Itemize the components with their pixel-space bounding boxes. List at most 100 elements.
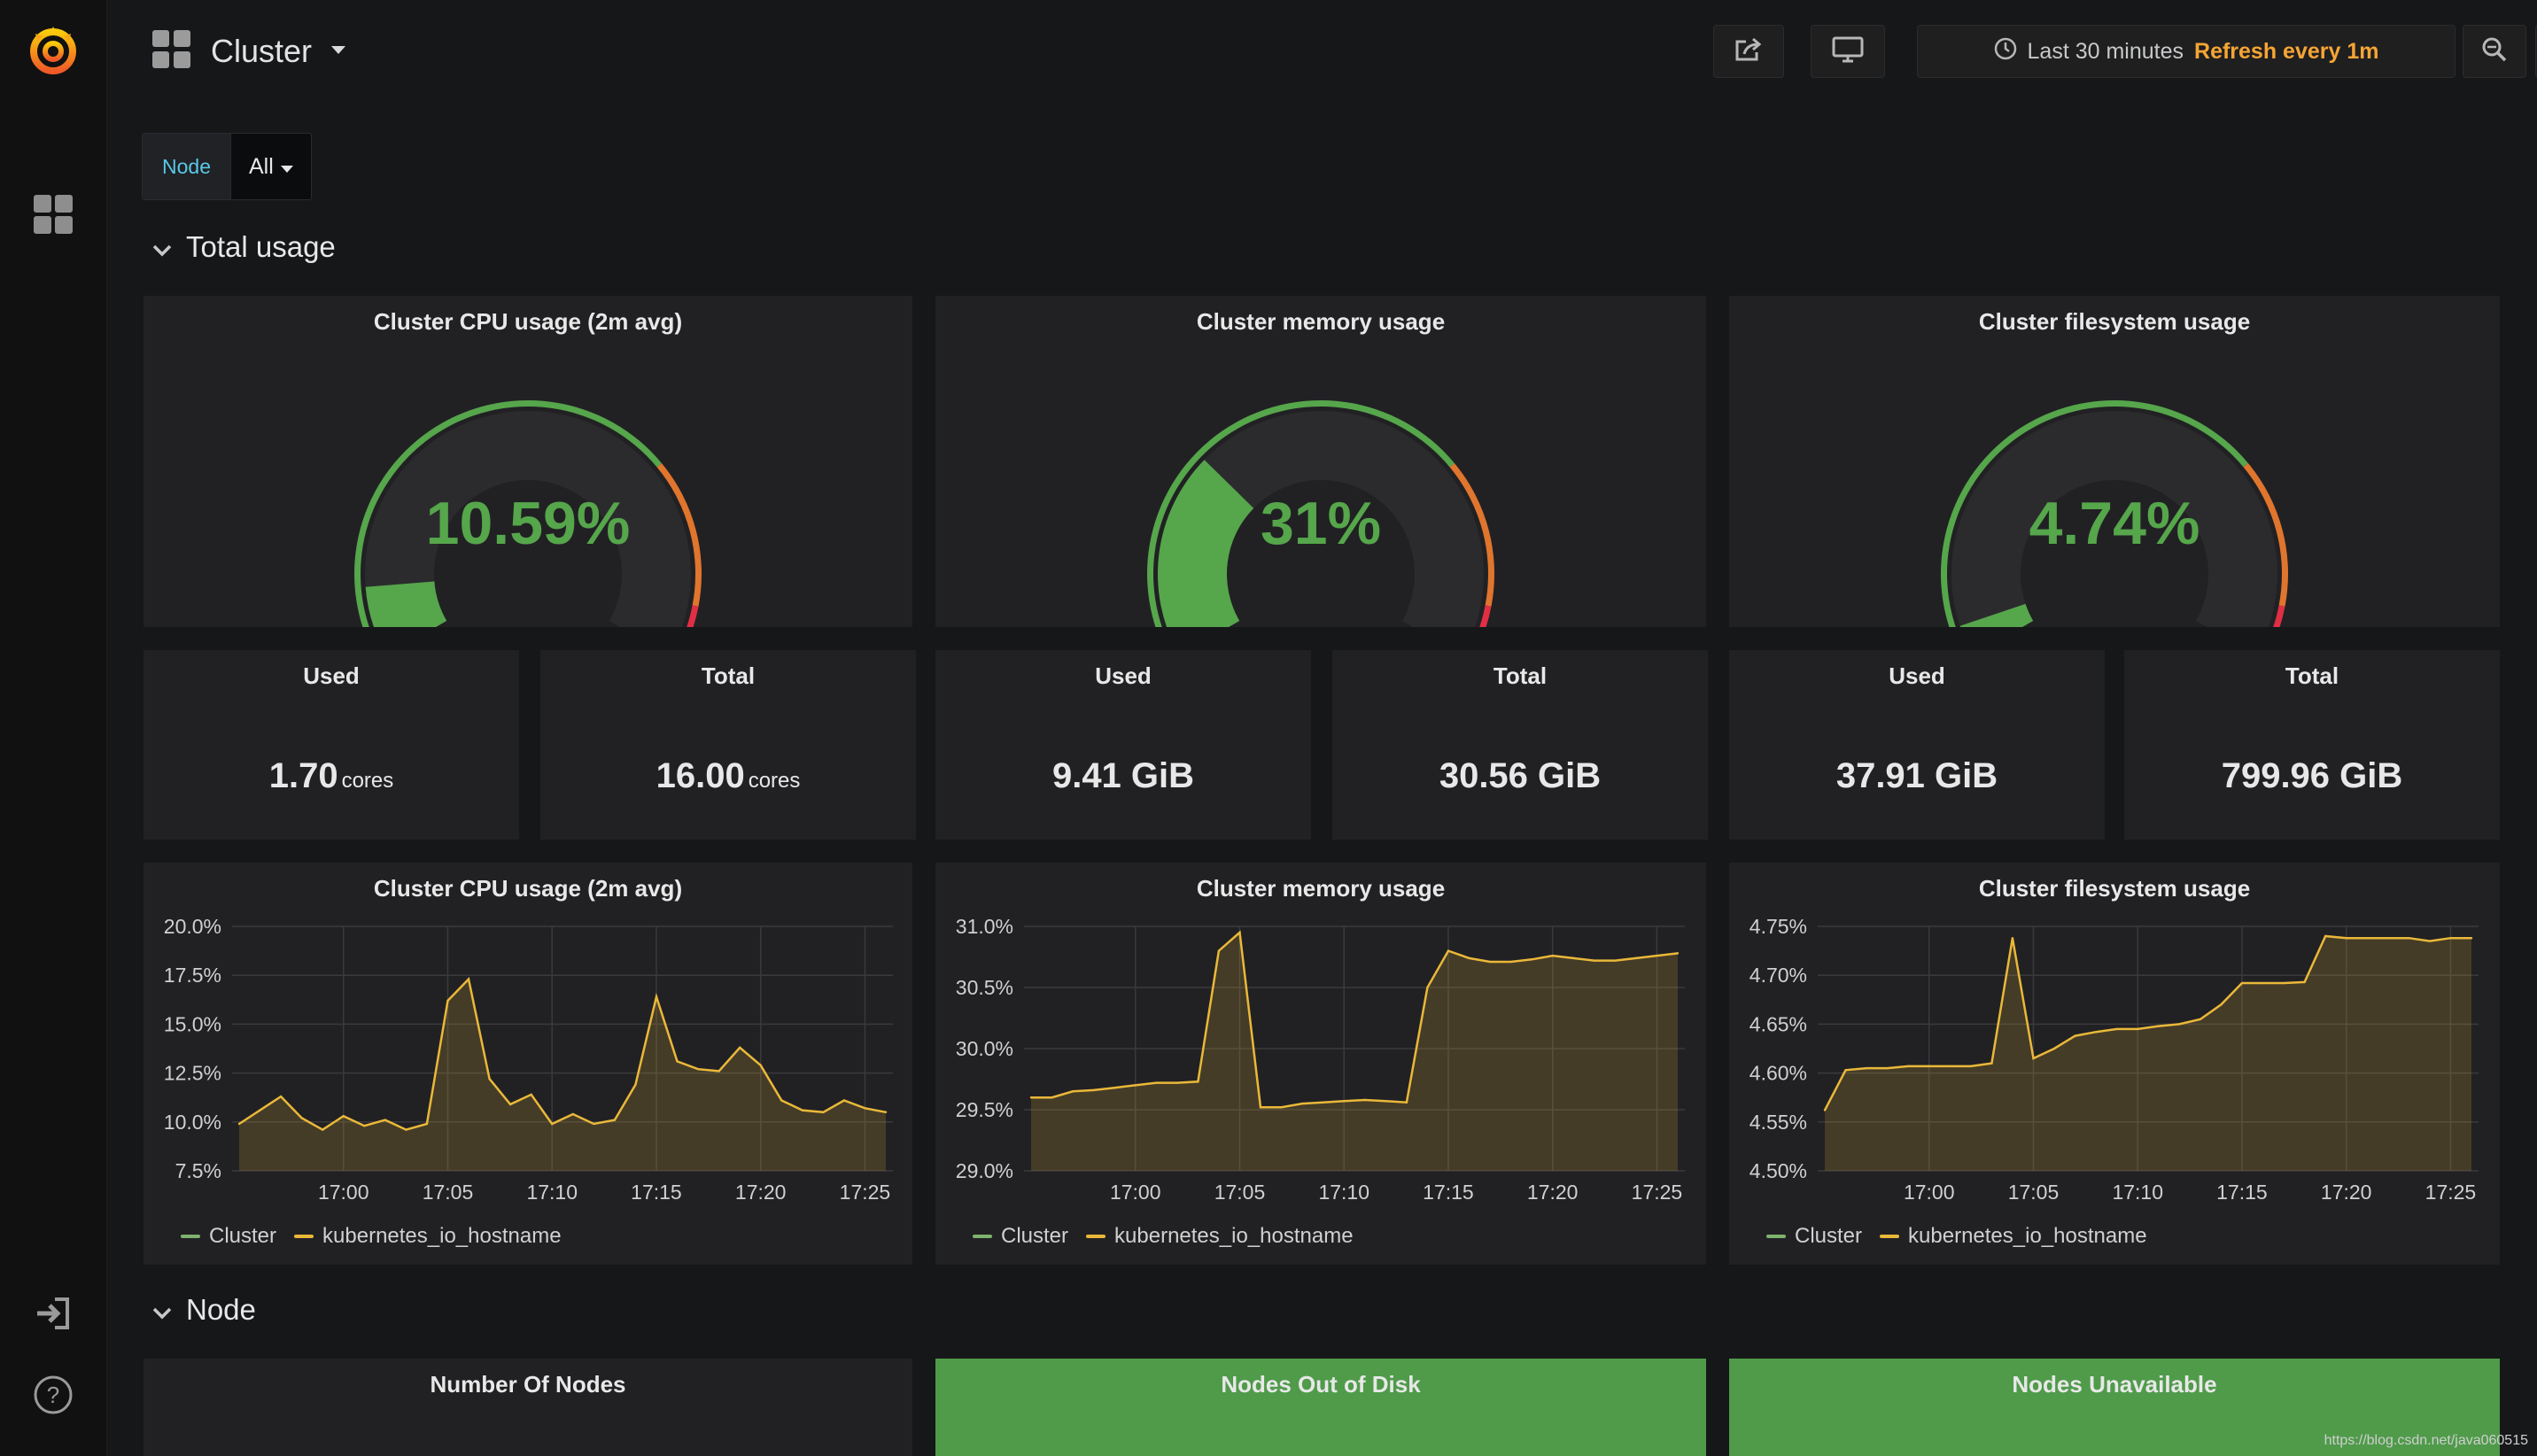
stat-panel-cpu-used[interactable]: Used 1.70 cores — [144, 650, 519, 840]
legend-label: kubernetes_io_hostname — [322, 1224, 562, 1248]
data-point — [1155, 1081, 1158, 1084]
graph-panel-filesystem[interactable]: Cluster filesystem usage 4.75% 4.70% 4.65%… — [1729, 863, 2500, 1265]
data-point — [384, 1119, 387, 1121]
data-point — [1656, 954, 1658, 957]
legend-item-cluster[interactable]: Cluster — [181, 1224, 276, 1249]
legend-item-hostname[interactable]: kubernetes_io_hostname — [1880, 1224, 2147, 1249]
stat-panel-filesystem-total[interactable]: Total 799.96 GiB — [2124, 650, 2500, 840]
x-tick-label: 17:20 — [2321, 1181, 2372, 1204]
data-point — [2428, 940, 2432, 942]
graph-legend: Cluster kubernetes_io_hostname — [973, 1224, 1354, 1249]
data-point — [237, 1122, 241, 1126]
stat-number: 16.00 — [656, 756, 745, 795]
data-point — [1217, 949, 1221, 952]
stat-value: 1.70 cores — [144, 756, 519, 796]
data-point — [2220, 1003, 2223, 1006]
data-point — [1405, 1101, 1408, 1104]
variable-select-node[interactable]: All — [230, 133, 312, 200]
data-point — [2408, 937, 2410, 940]
panel-title: Number Of Nodes — [430, 1371, 626, 1398]
grafana-logo-icon[interactable] — [0, 16, 106, 83]
legend-swatch — [1880, 1235, 1900, 1238]
data-point — [842, 1099, 846, 1102]
data-point — [508, 1103, 512, 1106]
y-tick-label: 10.0% — [164, 1111, 221, 1134]
x-tick-label: 17:15 — [2216, 1181, 2268, 1204]
legend-item-hostname[interactable]: kubernetes_io_hostname — [1086, 1224, 1354, 1249]
x-tick-label: 17:25 — [840, 1181, 891, 1204]
data-point — [1593, 959, 1596, 962]
panel-title: Used — [303, 662, 360, 689]
data-point — [613, 1119, 617, 1121]
stat-unit: cores — [748, 769, 801, 793]
gauge-panel-filesystem[interactable]: Cluster filesystem usage 4.74% — [1729, 296, 2500, 627]
data-point — [1634, 956, 1638, 960]
data-point — [1928, 1065, 1930, 1068]
row-header-node[interactable]: Node — [152, 1293, 256, 1327]
stat-value: 9.41 GiB — [1051, 756, 1195, 795]
chevron-down-icon — [152, 230, 172, 264]
stat-panel-cpu-total[interactable]: Total 16.00 cores — [540, 650, 916, 840]
stat-panel-number-of-nodes[interactable]: Number Of Nodes — [144, 1359, 912, 1456]
legend-item-hostname[interactable]: kubernetes_io_hostname — [294, 1224, 562, 1249]
legend-swatch — [1766, 1235, 1786, 1238]
gauge-panel-cpu[interactable]: Cluster CPU usage (2m avg) 10.59% — [144, 296, 912, 627]
graph-panel-memory[interactable]: Cluster memory usage 31.0% 30.5% 30.0% 29.5… — [935, 863, 1706, 1265]
data-point — [1468, 956, 1470, 960]
legend-item-cluster[interactable]: Cluster — [1766, 1224, 1862, 1249]
stat-number: 1.70 — [268, 756, 338, 795]
caret-down-icon — [280, 154, 293, 180]
stat-panel-memory-used[interactable]: Used 9.41 GiB — [935, 650, 1311, 840]
stat-value: 799.96 GiB — [2221, 756, 2403, 795]
data-point — [1238, 931, 1241, 934]
dashboards-icon[interactable] — [0, 186, 106, 243]
data-point — [1071, 1090, 1075, 1093]
refresh-interval-label: Refresh every 1m — [2194, 38, 2379, 64]
y-tick-label: 30.0% — [956, 1037, 1013, 1060]
data-point — [1990, 1062, 1993, 1065]
stat-panel-nodes-out-of-disk[interactable]: Nodes Out of Disk — [935, 1359, 1706, 1456]
sign-in-icon[interactable] — [0, 1291, 106, 1336]
dashboard-picker[interactable]: Cluster — [152, 27, 346, 76]
data-point — [1385, 1100, 1387, 1103]
row-header-total-usage[interactable]: Total usage — [152, 230, 336, 264]
stat-panel-memory-total[interactable]: Total 30.56 GiB — [1332, 650, 1708, 840]
sidebar: ? — [0, 0, 107, 1456]
gauge-panel-memory[interactable]: Cluster memory usage 31% — [935, 296, 1706, 627]
data-point — [2094, 1031, 2098, 1034]
y-tick-label: 4.70% — [1750, 964, 1807, 987]
template-variables: Node All — [142, 133, 312, 200]
share-button[interactable] — [1713, 25, 1784, 78]
data-point — [2074, 1034, 2076, 1037]
legend-item-cluster[interactable]: Cluster — [973, 1224, 1068, 1249]
data-point — [1447, 949, 1450, 952]
data-point — [1509, 960, 1512, 964]
data-point — [759, 1064, 762, 1066]
data-point — [1614, 959, 1617, 962]
help-icon[interactable]: ? — [0, 1371, 106, 1419]
data-point — [551, 1122, 554, 1126]
data-point — [279, 1095, 283, 1098]
line-chart: 20.0% 17.5% 15.0% 12.5% 10.0% 7.5% 17:00 17:05 1… — [164, 915, 893, 1204]
stat-value: 30.56 GiB — [1439, 756, 1602, 795]
data-point — [696, 1067, 700, 1071]
zoom-out-button[interactable] — [2463, 25, 2526, 78]
x-tick-label: 17:10 — [2112, 1181, 2163, 1204]
x-tick-label: 17:25 — [1632, 1181, 1683, 1204]
data-point — [1530, 958, 1533, 961]
time-picker[interactable]: Last 30 minutes Refresh every 1m — [1917, 25, 2456, 78]
data-point — [1823, 1109, 1827, 1111]
data-point — [2324, 934, 2327, 938]
panel-title: Total — [1493, 662, 1548, 689]
y-tick-label: 15.0% — [164, 1012, 221, 1035]
data-point — [1197, 1080, 1199, 1083]
stat-panel-filesystem-used[interactable]: Used 37.91 GiB — [1729, 650, 2105, 840]
data-point — [1280, 1106, 1283, 1109]
tv-mode-button[interactable] — [1811, 25, 1885, 78]
variable-label-node: Node — [142, 133, 231, 200]
data-point — [822, 1111, 825, 1113]
gauge-chart — [1147, 400, 1494, 627]
graph-panel-cpu[interactable]: Cluster CPU usage (2m avg) 20.0% 17.5% 15.… — [144, 863, 912, 1265]
legend-label: kubernetes_io_hostname — [1114, 1224, 1354, 1248]
gauge-value-bar — [365, 581, 447, 627]
